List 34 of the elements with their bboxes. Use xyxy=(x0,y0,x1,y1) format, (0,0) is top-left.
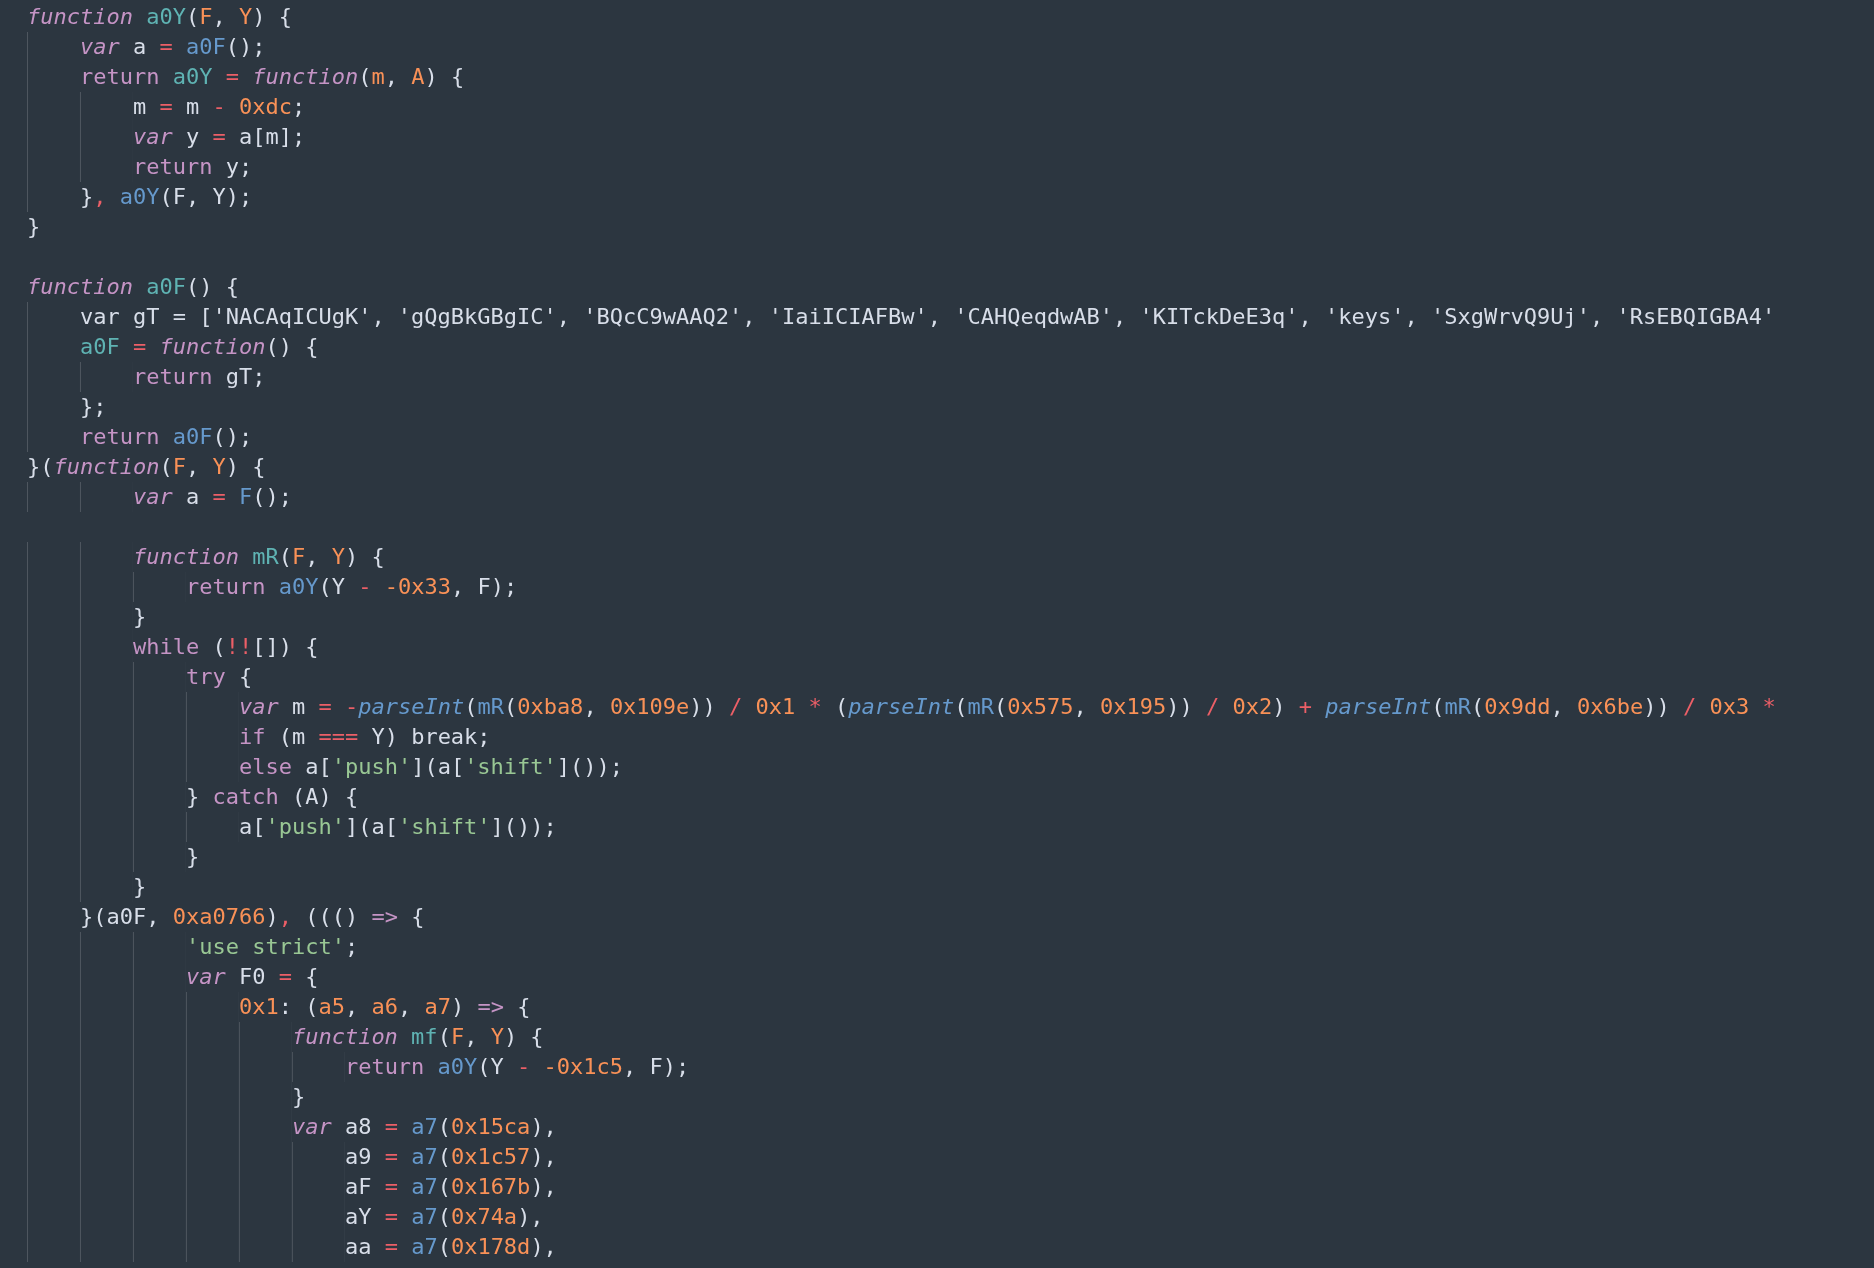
code-line: var a = F(); xyxy=(27,482,292,512)
code-line: return gT; xyxy=(27,362,266,392)
code-line: function mf(F, Y) { xyxy=(27,1022,544,1052)
code-line: a0F = function() { xyxy=(27,332,319,362)
code-line: 'use strict'; xyxy=(27,932,359,962)
code-line: var F0 = { xyxy=(27,962,319,992)
code-line: var a = a0F(); xyxy=(27,32,266,62)
code-line: var y = a[m]; xyxy=(27,122,306,152)
code-line: }(function(F, Y) { xyxy=(27,453,266,481)
code-line: } xyxy=(27,872,147,902)
code-line: function a0F() { xyxy=(27,273,239,301)
code-line: }(a0F, 0xa0766), ((() => { xyxy=(27,902,425,932)
code-line: if (m === Y) break; xyxy=(27,722,491,752)
code-line: return a0F(); xyxy=(27,422,253,452)
code-line: return a0Y(Y - -0x1c5, F); xyxy=(27,1052,690,1082)
code-line: while (!![]) { xyxy=(27,632,319,662)
code-line: return y; xyxy=(27,152,253,182)
code-line: function mR(F, Y) { xyxy=(27,542,385,572)
code-line: 0x1: (a5, a6, a7) => { xyxy=(27,992,531,1022)
code-line: } xyxy=(27,213,41,241)
code-line: var m = -parseInt(mR(0xba8, 0x109e)) / 0x1 * (parseInt(mR(0x575, 0x195)) / 0x2) + parseInt(mR(0x9dd, 0x6be)) / 0x3 * xyxy=(27,692,1776,722)
code-line: }, a0Y(F, Y); xyxy=(27,182,253,212)
code-line: } xyxy=(27,602,147,632)
code-line: } xyxy=(27,842,200,872)
code-line: return a0Y = function(m, A) { xyxy=(27,62,465,92)
code-line: function a0Y(F, Y) { xyxy=(27,3,292,31)
code-line: try { xyxy=(27,662,253,692)
code-line: } catch (A) { xyxy=(27,782,359,812)
code-line: a['push'](a['shift']()); xyxy=(27,812,557,842)
code-line: m = m - 0xdc; xyxy=(27,92,306,122)
code-line: else a['push'](a['shift']()); xyxy=(27,752,624,782)
code-line: var gT = ['NACAqICUgK', 'gQgBkGBgIC', 'BQcC9wAAQ2', 'IaiICIAFBw', 'CAHQeqdwAB', 'KITckDeE3q', 'keys', 'SxgWrvQ9Uj', 'RsEBQIGBA4' xyxy=(27,302,1776,332)
code-line: } xyxy=(27,1082,306,1112)
code-line: return a0Y(Y - -0x33, F); xyxy=(27,572,518,602)
